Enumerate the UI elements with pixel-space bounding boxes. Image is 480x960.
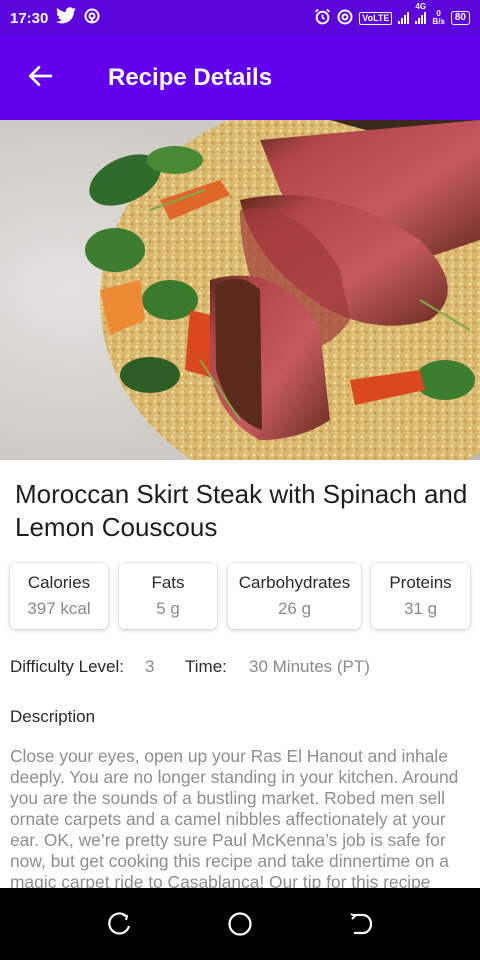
home-icon xyxy=(226,912,254,942)
status-bar: 17:30 VoLTE 4G 0 B/s 80 xyxy=(0,0,480,36)
nutrient-card-calories: Calories 397 kcal xyxy=(10,563,108,629)
system-back-button[interactable] xyxy=(346,910,374,938)
volte-badge: VoLTE xyxy=(359,11,393,25)
recents-button[interactable] xyxy=(106,910,134,938)
recents-icon xyxy=(106,912,134,942)
status-time: 17:30 xyxy=(10,9,49,27)
twitter-icon xyxy=(56,7,77,29)
app-bar: Recipe Details xyxy=(0,36,480,120)
alarm-icon xyxy=(314,8,331,28)
time-label: Time: xyxy=(185,657,227,676)
time-value: 30 Minutes (PT) xyxy=(249,657,370,676)
nutrient-label: Fats xyxy=(151,573,185,592)
back-button[interactable] xyxy=(0,36,80,120)
hotspot-icon xyxy=(84,8,100,29)
description-text: Close your eyes, open up your Ras El Han… xyxy=(10,746,459,888)
recipe-image xyxy=(0,120,480,460)
recipe-title: Moroccan Skirt Steak with Spinach and Le… xyxy=(15,479,468,542)
nutrient-card-fats: Fats 5 g xyxy=(119,563,217,629)
description-heading: Description xyxy=(10,707,96,726)
nutrient-value: 31 g xyxy=(403,599,438,618)
network-type: 4G xyxy=(415,2,427,11)
nutrient-value: 5 g xyxy=(156,599,180,618)
battery-icon: 80 xyxy=(450,11,470,25)
nutrient-card-carbohydrates: Carbohydrates 26 g xyxy=(228,563,361,629)
recipe-meta-row: Difficulty Level: 3 Time: 30 Minutes (PT… xyxy=(10,657,470,679)
nutrient-label: Proteins xyxy=(389,573,452,592)
difficulty-label: Difficulty Level: xyxy=(10,657,125,676)
nutrient-cards: Calories 397 kcal Fats 5 g Carbohydrates… xyxy=(0,563,480,629)
nutrient-label: Carbohydrates xyxy=(238,573,351,592)
hotspot-icon xyxy=(337,9,353,28)
system-nav-bar xyxy=(0,888,480,960)
signal-icon xyxy=(398,12,410,24)
difficulty-value: 3 xyxy=(145,657,155,676)
nutrient-label: Calories xyxy=(27,573,91,592)
home-button[interactable] xyxy=(226,910,254,938)
data-speed-unit: B/s xyxy=(432,17,445,26)
signal-4g-icon: 4G xyxy=(415,2,427,24)
data-speed: 0 B/s xyxy=(432,10,444,26)
nutrient-value: 26 g xyxy=(277,599,312,618)
nutrient-value: 397 kcal xyxy=(27,599,91,618)
nutrient-card-proteins: Proteins 31 g xyxy=(371,563,470,629)
page-title: Recipe Details xyxy=(108,64,273,91)
back-icon xyxy=(346,913,374,942)
arrow-back-icon xyxy=(27,63,53,94)
